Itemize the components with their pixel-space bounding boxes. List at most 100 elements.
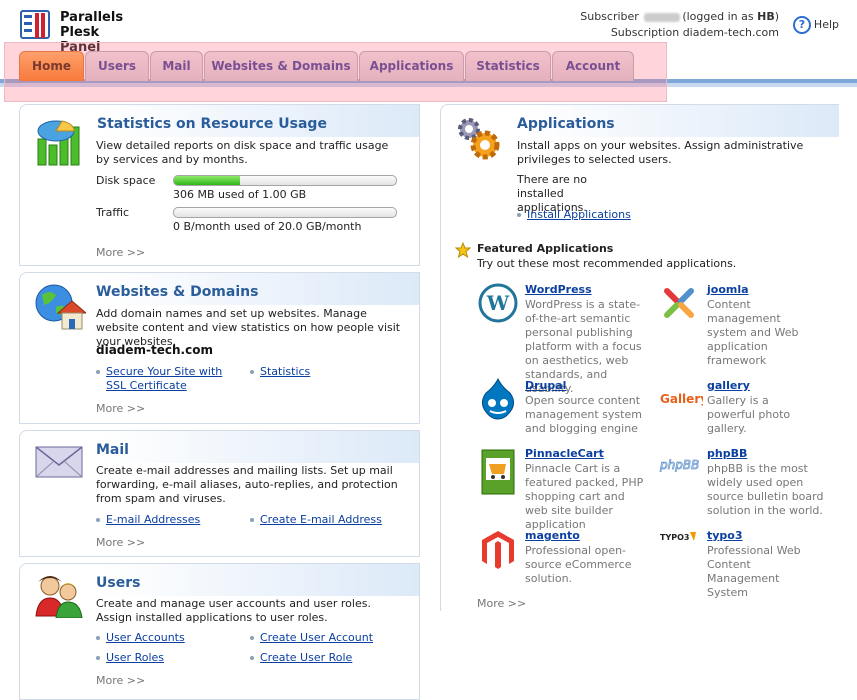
help-link[interactable]: ? Help xyxy=(792,16,839,34)
statistics-link[interactable]: Statistics xyxy=(260,365,310,378)
users-panel: Users Create and manage user accounts an… xyxy=(19,563,420,700)
mail-more-link[interactable]: More >> xyxy=(96,536,145,549)
app-desc-joomla: Content management system and Web applic… xyxy=(707,298,799,367)
user-roles-link[interactable]: User Roles xyxy=(106,651,164,664)
applications-panel: Applications Install apps on your websit… xyxy=(440,104,839,611)
bullet-dot xyxy=(96,656,100,660)
logged-in-text: (logged in as xyxy=(682,10,758,23)
create-user-role-item: Create User Role xyxy=(250,651,352,665)
mail-panel: Mail Create e-mail addresses and mailing… xyxy=(19,430,420,557)
disk-space-usage: 306 MB used of 1.00 GB xyxy=(173,188,307,201)
app-desc-typo3: Professional Web Content Management Syst… xyxy=(707,544,801,599)
envelope-icon xyxy=(35,446,83,478)
ssl-link-item: Secure Your Site with SSL Certificate xyxy=(96,365,236,393)
app-desc-drupal: Open source content management system an… xyxy=(525,394,642,435)
statistics-chart-icon xyxy=(37,120,80,166)
websites-domains-panel: Websites & Domains Add domain names and … xyxy=(19,272,420,424)
statistics-title[interactable]: Statistics on Resource Usage xyxy=(97,116,327,132)
websites-domains-title[interactable]: Websites & Domains xyxy=(96,284,258,300)
statistics-desc: View detailed reports on disk space and … xyxy=(96,139,389,166)
plesk-logo-icon xyxy=(20,10,50,39)
install-applications-link[interactable]: Install Applications xyxy=(527,208,631,221)
typo3-icon[interactable]: TYPO3 xyxy=(659,529,703,545)
applications-desc: Install apps on your websites. Assign ad… xyxy=(517,139,804,166)
bullet-dot xyxy=(250,370,254,374)
create-user-role-link[interactable]: Create User Role xyxy=(260,651,352,664)
pinnaclecart-icon[interactable] xyxy=(478,448,518,498)
create-user-account-link[interactable]: Create User Account xyxy=(260,631,373,644)
bullet-dot xyxy=(250,656,254,660)
plesk-logo[interactable]: Parallels Plesk Panel xyxy=(20,10,140,55)
user-accounts-link[interactable]: User Accounts xyxy=(106,631,185,644)
bullet-dot xyxy=(96,518,100,522)
bullet-dot xyxy=(517,213,521,217)
help-icon: ? xyxy=(792,16,811,34)
app-name-pinnaclecart[interactable]: PinnacleCart xyxy=(525,447,604,460)
app-name-gallery[interactable]: gallery xyxy=(707,379,750,392)
users-more-link[interactable]: More >> xyxy=(96,674,145,687)
bullet-dot xyxy=(96,370,100,374)
app-name-wordpress[interactable]: WordPress xyxy=(525,283,592,296)
statistics-panel: Statistics on Resource Usage View detail… xyxy=(19,104,420,266)
magento-icon[interactable] xyxy=(478,529,518,571)
featured-apps-subtitle: Try out these most recommended applicati… xyxy=(477,257,737,270)
user-accounts-item: User Accounts xyxy=(96,631,185,645)
joomla-icon[interactable] xyxy=(659,283,699,323)
app-name-typo3[interactable]: typo3 xyxy=(707,529,743,542)
install-apps-item: Install Applications xyxy=(517,208,631,222)
websites-more-link[interactable]: More >> xyxy=(96,402,145,415)
logo-line1: Parallels xyxy=(60,10,124,25)
statistics-more-link[interactable]: More >> xyxy=(96,246,145,259)
subscription-label: Subscription xyxy=(610,26,680,39)
users-icon xyxy=(35,576,83,618)
app-desc-gallery: Gallery is a powerful photo gallery. xyxy=(707,394,791,435)
traffic-label: Traffic xyxy=(96,206,130,219)
bullet-dot xyxy=(250,636,254,640)
app-name-magento[interactable]: magento xyxy=(525,529,580,542)
users-desc: Create and manage user accounts and user… xyxy=(96,597,371,624)
disk-space-label: Disk space xyxy=(96,174,156,187)
wordpress-icon[interactable]: W xyxy=(478,283,518,323)
users-title[interactable]: Users xyxy=(96,575,140,591)
bullet-dot xyxy=(250,518,254,522)
gears-icon xyxy=(458,118,500,160)
logged-in-suffix: ) xyxy=(774,10,779,23)
ssl-certificate-link[interactable]: Secure Your Site with SSL Certificate xyxy=(106,365,231,393)
gallery-logo-text: Gallery xyxy=(660,392,703,406)
applications-more-link[interactable]: More >> xyxy=(477,597,526,610)
phpbb-icon[interactable]: phpBB xyxy=(659,455,703,475)
star-icon xyxy=(455,242,471,258)
subscriber-label: Subscriber xyxy=(580,10,639,23)
email-addresses-item: E-mail Addresses xyxy=(96,513,200,527)
help-label: Help xyxy=(813,18,839,31)
subscriber-info: Subscriber (logged in as HB) Subscriptio… xyxy=(580,9,779,41)
app-desc-phpbb: phpBB is the most widely used open sourc… xyxy=(707,462,824,517)
create-email-address-link[interactable]: Create E-mail Address xyxy=(260,513,382,526)
mail-title[interactable]: Mail xyxy=(96,442,129,458)
disk-space-fill xyxy=(174,176,241,185)
bullet-dot xyxy=(96,636,100,640)
logged-in-user: HB xyxy=(757,10,775,23)
domain-name[interactable]: diadem-tech.com xyxy=(96,343,213,357)
applications-title[interactable]: Applications xyxy=(517,116,615,132)
app-name-phpbb[interactable]: phpBB xyxy=(707,447,747,460)
create-email-item: Create E-mail Address xyxy=(250,513,382,527)
svg-text:W: W xyxy=(486,291,510,315)
app-desc-magento: Professional open-source eCommerce solut… xyxy=(525,544,632,585)
disk-space-bar xyxy=(173,175,397,186)
traffic-bar xyxy=(173,207,397,218)
featured-apps-title: Featured Applications xyxy=(477,242,614,255)
gallery-icon[interactable]: Gallery xyxy=(659,387,703,409)
globe-house-icon xyxy=(35,284,86,330)
statistics-link-item: Statistics xyxy=(250,365,310,379)
create-user-account-item: Create User Account xyxy=(250,631,373,645)
email-addresses-link[interactable]: E-mail Addresses xyxy=(106,513,200,526)
typo3-logo-text: TYPO3 xyxy=(660,533,689,542)
redacted-subscriber-name xyxy=(644,12,681,22)
app-name-joomla[interactable]: joomla xyxy=(707,283,749,296)
subscription-value: diadem-tech.com xyxy=(682,26,779,39)
user-roles-item: User Roles xyxy=(96,651,164,665)
traffic-usage: 0 B/month used of 20.0 GB/month xyxy=(173,220,362,233)
app-name-drupal[interactable]: Drupal xyxy=(525,379,566,392)
drupal-icon[interactable] xyxy=(478,377,518,421)
